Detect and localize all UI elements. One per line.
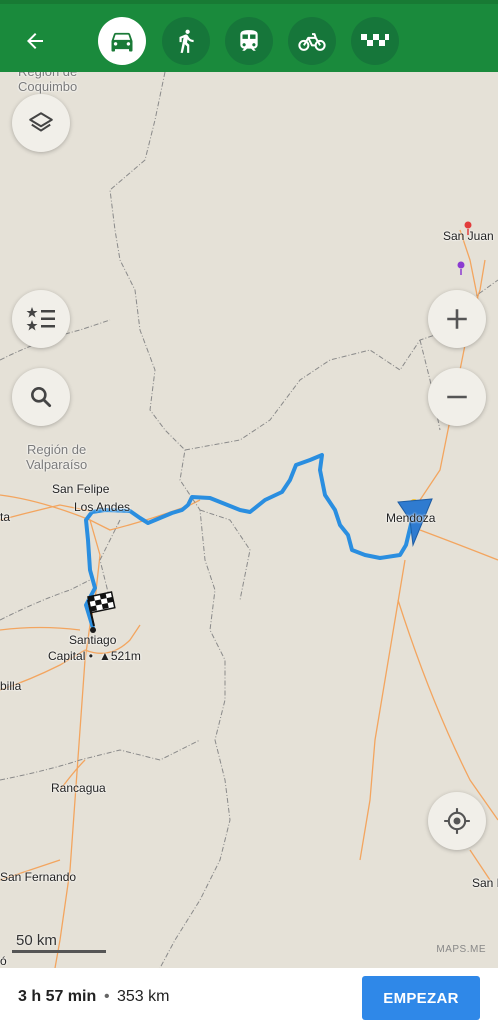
map-label-san-felipe: San Felipe <box>52 482 110 496</box>
route-line <box>84 453 414 630</box>
car-icon <box>111 32 133 52</box>
map-label-o: ó <box>0 954 7 968</box>
taxi-icon <box>361 34 389 46</box>
poi-pin <box>457 261 465 269</box>
map-label-san-fernando: San Fernando <box>0 870 77 884</box>
map-label-ta: ta <box>0 510 11 524</box>
map-label-valparaiso: Región de Valparaíso <box>26 442 88 472</box>
route-separator: • <box>104 988 110 1005</box>
map-label-san-juan: San Juan <box>443 229 494 243</box>
finish-flag-icon <box>87 591 116 627</box>
routing-top-bar <box>0 0 498 72</box>
walk-mode-button[interactable] <box>162 17 210 65</box>
map-label-capital: Capital • <box>48 649 93 663</box>
bicycle-mode-button[interactable] <box>288 17 336 65</box>
map-label-billa: billa <box>0 679 22 693</box>
maps-me-watermark: MAPS.ME <box>436 944 486 955</box>
taxi-mode-button[interactable] <box>351 17 399 65</box>
start-navigation-button[interactable]: EMPEZAR <box>362 976 480 1020</box>
map-label-rancagua: Rancagua <box>51 781 106 795</box>
map-label-coquimbo: Región de Coquimbo <box>18 72 78 94</box>
train-icon <box>240 30 258 51</box>
map-label-los-andes: Los Andes <box>74 500 131 514</box>
walk-icon <box>179 29 194 53</box>
map-label-san-r: San R <box>472 876 498 890</box>
my-location-icon <box>444 808 470 834</box>
poi-pin <box>464 221 472 229</box>
scale-bar <box>12 950 106 953</box>
route-distance: 353 km <box>117 988 170 1005</box>
plus-icon <box>447 309 467 329</box>
transit-mode-button[interactable] <box>225 17 273 65</box>
map-label-santiago: Santiago <box>69 633 117 647</box>
bookmarks-list-icon <box>26 307 55 331</box>
back-button[interactable] <box>18 24 52 58</box>
map-label-peak: ▲521m <box>99 649 141 663</box>
bookmarks-button[interactable] <box>12 290 70 348</box>
map-scale: 50 km <box>12 932 106 953</box>
zoom-out-button[interactable] <box>428 368 486 426</box>
search-button[interactable] <box>12 368 70 426</box>
map-label-mendoza: Mendoza <box>386 511 436 525</box>
arrow-left-icon <box>27 33 43 49</box>
search-icon <box>31 387 52 408</box>
zoom-in-button[interactable] <box>428 290 486 348</box>
map-view[interactable]: Región de Coquimbo San Juan Región de Va… <box>0 72 498 968</box>
bicycle-icon <box>298 33 326 51</box>
minus-icon <box>447 395 467 399</box>
route-summary-bar: 3 h 57 min • 353 km EMPEZAR <box>0 968 498 1024</box>
my-location-button[interactable] <box>428 792 486 850</box>
layers-icon <box>29 112 53 132</box>
scale-label: 50 km <box>16 932 57 949</box>
car-mode-button[interactable] <box>98 17 146 65</box>
layers-button[interactable] <box>12 94 70 152</box>
roads <box>0 229 498 968</box>
route-duration: 3 h 57 min <box>18 988 97 1005</box>
